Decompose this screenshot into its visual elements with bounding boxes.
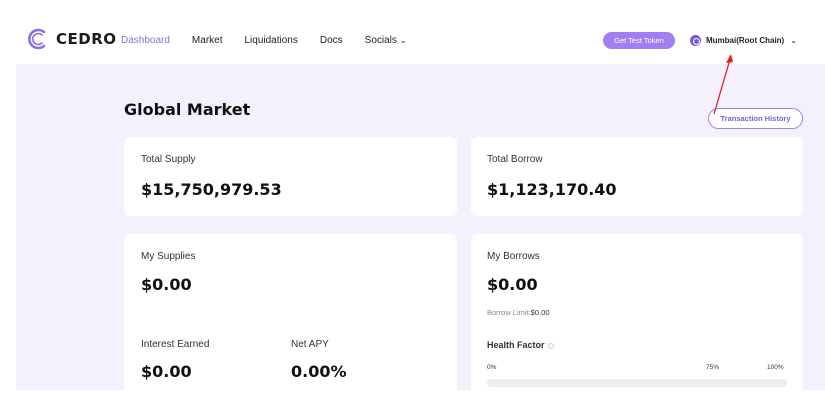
main-nav: Dashboard Market Liquidations Docs Socia… — [121, 35, 429, 46]
total-supply-value: $15,750,979.53 — [141, 180, 282, 199]
my-supplies-value: $0.00 — [141, 275, 192, 294]
net-apy-label: Net APY — [291, 339, 329, 350]
annotation-arrow-icon — [713, 54, 733, 115]
health-factor: Health Factor — [487, 340, 554, 350]
polygon-icon — [690, 35, 701, 46]
tick-0: 0% — [487, 364, 497, 371]
my-borrows-card: My Borrows $0.00 Borrow Limit:$0.00 Heal… — [471, 234, 803, 390]
tick-100: 100% — [767, 364, 784, 371]
nav-liquidations[interactable]: Liquidations — [244, 35, 297, 46]
get-test-token-button[interactable]: Get Test Token — [603, 32, 675, 49]
chevron-down-icon: ⌄ — [399, 36, 407, 45]
total-borrow-value: $1,123,170.40 — [487, 180, 617, 199]
nav-dashboard[interactable]: Dashboard — [121, 35, 170, 46]
nav-docs[interactable]: Docs — [320, 35, 343, 46]
logo-text: CEDRO — [56, 30, 117, 48]
total-supply-label: Total Supply — [141, 154, 196, 165]
nav-market[interactable]: Market — [192, 35, 223, 46]
my-supplies-card: My Supplies $0.00 Interest Earned $0.00 … — [124, 234, 457, 390]
borrow-limit-label: Borrow Limit: — [487, 308, 531, 317]
total-borrow-card: Total Borrow $1,123,170.40 — [471, 137, 803, 216]
page-bottom — [0, 390, 825, 410]
net-apy-value: 0.00% — [291, 362, 347, 381]
network-selector[interactable]: Mumbai(Root Chain) ⌄ — [690, 35, 797, 46]
top-header: CEDRO Dashboard Market Liquidations Docs… — [0, 0, 825, 64]
chevron-down-icon: ⌄ — [790, 36, 797, 45]
nav-socials-label: Socials — [364, 35, 397, 46]
health-factor-label: Health Factor — [487, 340, 545, 350]
page-title: Global Market — [124, 100, 251, 119]
interest-earned-value: $0.00 — [141, 362, 192, 381]
my-borrows-value: $0.00 — [487, 275, 538, 294]
my-borrows-label: My Borrows — [487, 251, 540, 262]
borrow-limit: Borrow Limit:$0.00 — [487, 308, 550, 317]
logo[interactable]: CEDRO — [28, 28, 117, 50]
logo-icon — [28, 28, 50, 50]
info-icon[interactable] — [547, 342, 554, 349]
borrow-limit-value: $0.00 — [530, 308, 550, 317]
total-supply-card: Total Supply $15,750,979.53 — [124, 137, 457, 216]
tick-75: 75% — [706, 364, 720, 371]
network-label: Mumbai(Root Chain) — [706, 36, 785, 45]
nav-socials[interactable]: Socials ⌄ — [365, 35, 407, 46]
my-supplies-label: My Supplies — [141, 251, 196, 262]
total-borrow-label: Total Borrow — [487, 154, 543, 165]
health-factor-bar — [487, 379, 787, 387]
interest-earned-label: Interest Earned — [141, 339, 210, 350]
main-panel: Global Market Transaction History Total … — [16, 64, 825, 390]
